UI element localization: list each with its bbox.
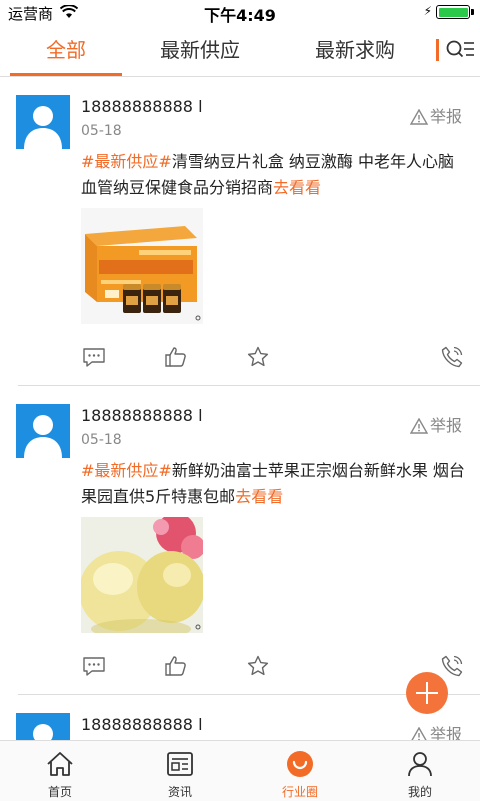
post-card: 18888888888 l 05-18 举报 #最新供应#新鲜奶油富士苹果正宗烟… (0, 386, 480, 696)
tab-latest-supply[interactable]: 最新供应 (140, 24, 260, 76)
author-name[interactable]: 18888888888 l (81, 97, 203, 116)
comment-icon[interactable] (82, 654, 106, 678)
avatar[interactable] (16, 404, 70, 458)
phone-icon[interactable] (440, 654, 464, 678)
post-image[interactable] (81, 517, 203, 633)
nav-profile[interactable]: 我的 (360, 741, 480, 801)
active-tab-indicator (10, 73, 122, 76)
post-tag[interactable]: #最新供应# (81, 461, 172, 480)
phone-icon[interactable] (440, 345, 464, 369)
nav-news[interactable]: 资讯 (120, 741, 240, 801)
like-icon[interactable] (164, 654, 188, 678)
report-label: 举报 (429, 107, 462, 126)
search-filter-icon[interactable] (445, 38, 475, 62)
category-tabs: 全部 最新供应 最新求购 (0, 24, 480, 77)
post-content: #最新供应#新鲜奶油富士苹果正宗烟台新鲜水果 烟台果园直供5斤特惠包邮去看看 (81, 458, 466, 510)
post-date: 05-18 (81, 123, 122, 139)
charging-icon: ⚡ (423, 4, 432, 18)
add-post-button[interactable] (406, 672, 448, 714)
post-content: #最新供应#清雪纳豆片礼盒 纳豆激酶 中老年人心脑血管纳豆保健食品分销招商去看看 (81, 149, 466, 201)
tab-all[interactable]: 全部 (10, 24, 122, 76)
tab-latest-purchase[interactable]: 最新求购 (295, 24, 415, 76)
home-icon (47, 752, 73, 776)
report-button[interactable]: 举报 (409, 103, 462, 127)
report-button[interactable]: 举报 (409, 412, 462, 436)
post-date: 05-18 (81, 432, 122, 448)
post-tag[interactable]: #最新供应# (81, 152, 172, 171)
news-icon (167, 752, 193, 776)
author-name[interactable]: 18888888888 l (81, 715, 203, 734)
post-image[interactable] (81, 208, 203, 324)
nav-industry-circle[interactable]: 行业圈 (240, 741, 360, 801)
battery-icon (436, 5, 474, 19)
like-icon[interactable] (164, 345, 188, 369)
favorite-icon[interactable] (246, 654, 270, 678)
post-feed[interactable]: 18888888888 l 05-18 举报 #最新供应#清雪纳豆片礼盒 纳豆激… (0, 77, 480, 740)
post-actions (0, 345, 480, 375)
favorite-icon[interactable] (246, 345, 270, 369)
view-more-link[interactable]: 去看看 (273, 178, 321, 197)
bottom-nav: 首页 资讯 行业圈 我的 (0, 740, 480, 801)
nav-profile-label: 我的 (407, 785, 432, 799)
avatar[interactable] (16, 95, 70, 149)
circle-icon (287, 751, 313, 777)
author-name[interactable]: 18888888888 l (81, 406, 203, 425)
report-label: 举报 (429, 725, 462, 740)
user-icon (408, 752, 432, 777)
tab-divider (436, 39, 439, 61)
warning-icon (409, 417, 429, 434)
clock: 下午4:49 (204, 6, 276, 25)
nav-home[interactable]: 首页 (0, 741, 120, 801)
view-more-link[interactable]: 去看看 (235, 487, 283, 506)
report-label: 举报 (429, 416, 462, 435)
avatar[interactable] (16, 713, 70, 740)
report-button[interactable]: 举报 (410, 721, 462, 740)
comment-icon[interactable] (82, 345, 106, 369)
warning-icon (411, 726, 427, 740)
warning-icon (409, 108, 429, 125)
nav-industry-circle-label: 行业圈 (281, 785, 318, 799)
status-bar: 运营商 下午4:49 ⚡ (0, 0, 480, 25)
post-actions (0, 654, 480, 684)
nav-news-label: 资讯 (167, 785, 192, 799)
nav-home-label: 首页 (47, 785, 72, 799)
post-card: 18888888888 l 05-18 举报 #最新供应#清雪纳豆片礼盒 纳豆激… (0, 77, 480, 387)
